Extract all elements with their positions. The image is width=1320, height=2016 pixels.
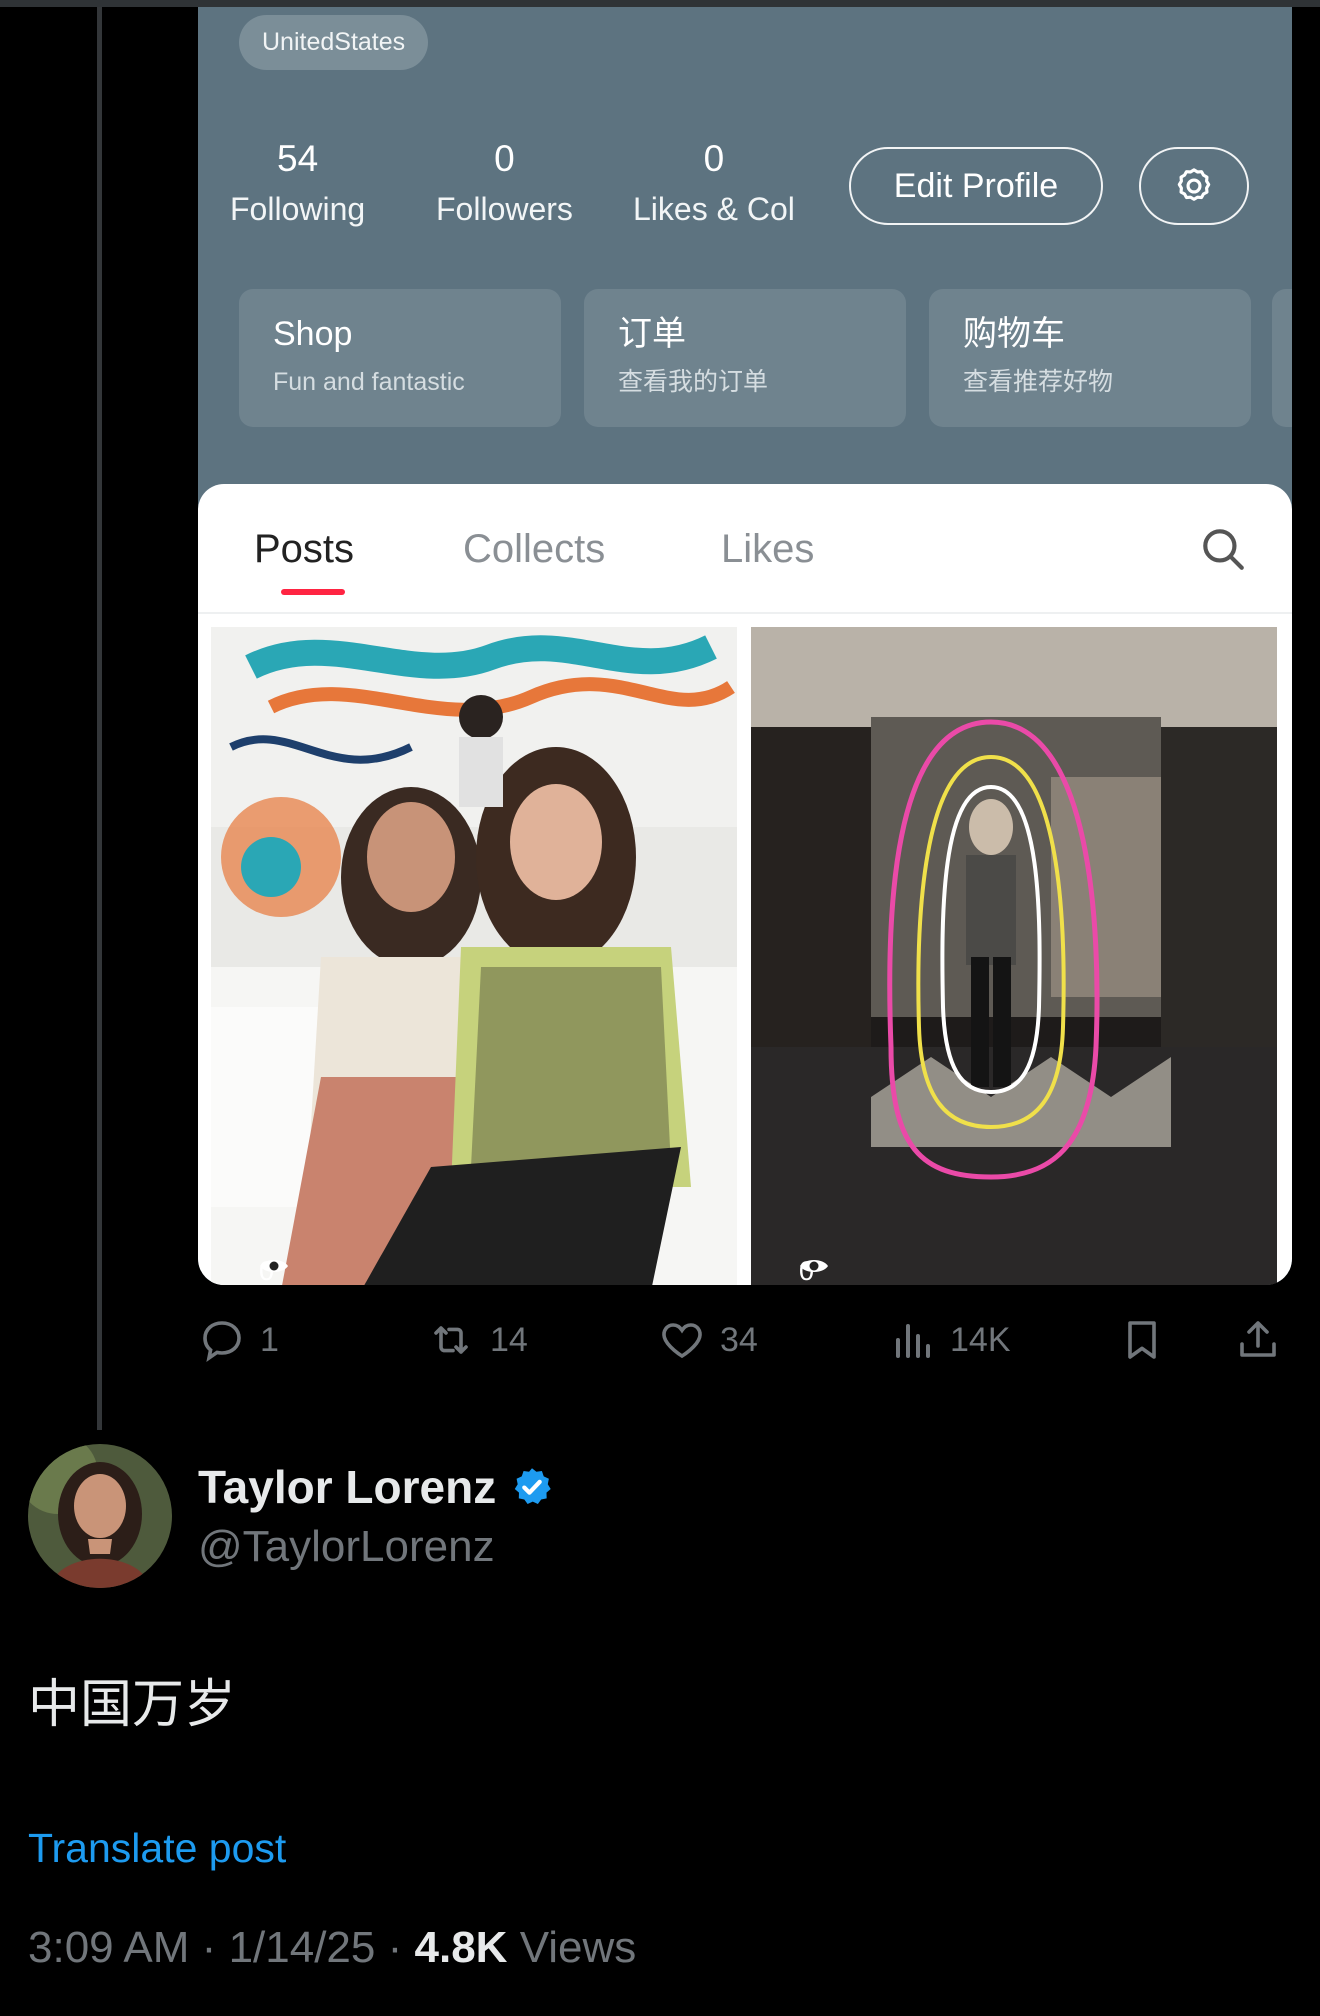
stat-label: Followers [436,191,573,227]
active-tab-indicator [281,589,345,595]
analytics-icon [896,1324,930,1358]
repost-icon [434,1326,468,1354]
card-peek [1272,289,1292,427]
location-chip: UnitedStates [239,15,429,70]
share-icon [1240,1321,1276,1357]
card-subtitle: 查看推荐好物 [963,368,1114,396]
card-subtitle: 查看我的订单 [618,368,769,396]
post-date[interactable]: 1/14/25 [229,1923,376,1972]
post-thumbnail: 0 [211,627,737,1285]
embedded-profile-screenshot[interactable]: UnitedStates 54 Following 0 Followers 0 … [198,7,1292,1285]
search-icon [1203,529,1244,570]
avatar-image [28,1444,172,1588]
eye-icon [800,1260,828,1272]
post-image [751,627,1277,1285]
card-title: 购物车 [963,315,1065,353]
views-count: 14K [950,1320,1011,1359]
settings-button [1139,147,1249,225]
post-views-count: 4.8K [414,1923,508,1972]
tweet-action-bar: 1 14 34 14K [198,1310,1292,1370]
stat-value: 0 [494,138,515,179]
stat-value: 54 [277,138,319,179]
view-count: 0 [799,1256,828,1285]
reply-icon [203,1321,241,1363]
repost-count: 14 [490,1320,528,1359]
edit-profile-button: Edit Profile [849,147,1103,225]
like-button[interactable]: 34 [658,1310,758,1370]
orders-card: 订单 查看我的订单 [584,289,906,427]
repost-button[interactable]: 14 [426,1310,528,1370]
like-count: 34 [720,1320,758,1359]
post-thumbnail: 0 [751,627,1277,1285]
author-handle[interactable]: @TaylorLorenz [198,1520,495,1574]
eye-icon [260,1260,288,1272]
post-views-label: Views [519,1923,637,1972]
card-subtitle: Fun and fantastic [273,368,465,396]
stat-value: 0 [703,138,725,179]
post-text: 中国万岁 [28,1676,237,1734]
meta-separator: · [201,1923,217,1972]
stat-label: Following [230,191,366,227]
tab-collects: Collects [463,527,606,571]
verified-badge-icon [514,1468,551,1505]
post-time[interactable]: 3:09 AM [28,1923,189,1972]
stat-following: 54 Following [230,139,365,229]
card-title: 订单 [618,315,686,353]
thread-connector-line [97,7,102,1430]
gear-icon [1177,168,1211,201]
post-metadata: 3:09 AM · 1/14/25 · 4.8K Views [28,1920,636,1976]
author-name[interactable]: Taylor Lorenz [198,1460,496,1514]
avatar[interactable] [28,1444,172,1588]
share-button[interactable] [1234,1310,1282,1370]
views-button[interactable]: 14K [888,1310,1011,1370]
tab-likes: Likes [721,527,815,571]
posts-panel: Posts Collects Likes [198,484,1292,1285]
stat-followers: 0 Followers [436,139,573,229]
bookmark-icon [1128,1321,1156,1359]
shop-card: Shop Fun and fantastic [239,289,561,427]
reply-count: 1 [260,1320,279,1359]
top-divider [0,0,1320,7]
cart-card: 购物车 查看推荐好物 [929,289,1251,427]
meta-separator: · [387,1923,403,1972]
heart-icon [662,1323,702,1359]
tab-posts: Posts [254,527,355,571]
translate-post-link[interactable]: Translate post [28,1822,286,1874]
post-image [211,627,737,1285]
bookmark-button[interactable] [1118,1310,1166,1370]
reply-button[interactable]: 1 [198,1310,279,1370]
view-count: 0 [259,1256,288,1285]
card-title: Shop [273,315,353,353]
tab-divider [198,612,1292,614]
author-name-row[interactable]: Taylor Lorenz [198,1460,554,1514]
stat-likes-collects: 0 Likes & Col [633,139,795,229]
stat-label: Likes & Col [633,191,795,227]
